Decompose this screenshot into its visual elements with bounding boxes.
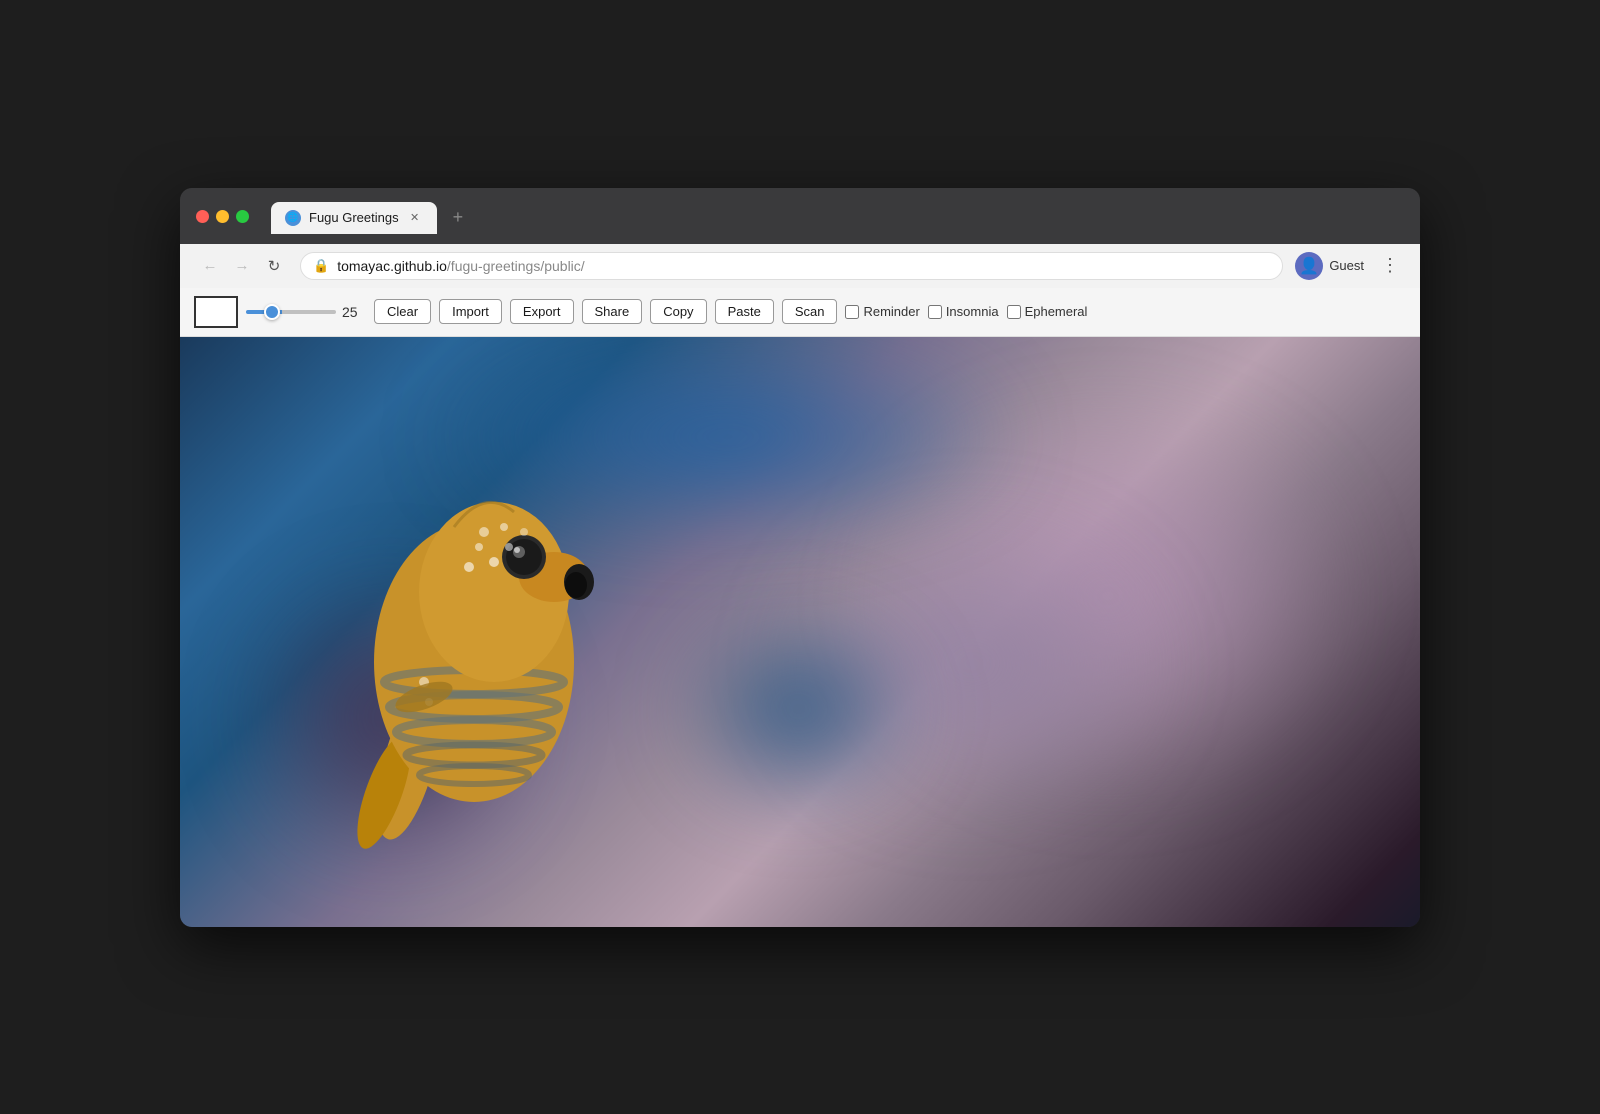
tab-favicon: 🌐 [285, 210, 301, 226]
import-button[interactable]: Import [439, 299, 502, 324]
maximize-traffic-light[interactable] [236, 210, 249, 223]
url-domain: tomayac.github.io [337, 258, 447, 274]
paste-button[interactable]: Paste [715, 299, 774, 324]
copy-button[interactable]: Copy [650, 299, 706, 324]
fish-illustration [254, 392, 634, 872]
title-bar: 🌐 Fugu Greetings ✕ + [180, 188, 1420, 244]
back-button[interactable]: ← [196, 252, 224, 280]
url-text: tomayac.github.io/fugu-greetings/public/ [337, 258, 1270, 274]
nav-buttons: ← → ↻ [196, 252, 288, 280]
profile-label: Guest [1329, 258, 1364, 273]
url-path: /fugu-greetings/public/ [447, 258, 585, 274]
profile-area[interactable]: 👤 Guest [1295, 252, 1364, 280]
main-canvas[interactable] [180, 337, 1420, 927]
app-toolbar: 25 Clear Import Export Share Copy Paste … [180, 288, 1420, 337]
tab-title: Fugu Greetings [309, 210, 399, 225]
bg-decoration [674, 609, 924, 809]
active-tab[interactable]: 🌐 Fugu Greetings ✕ [271, 202, 437, 234]
reminder-checkbox[interactable] [845, 305, 859, 319]
profile-icon: 👤 [1295, 252, 1323, 280]
brush-size-slider[interactable] [246, 310, 336, 314]
reload-button[interactable]: ↻ [260, 252, 288, 280]
title-bar-top: 🌐 Fugu Greetings ✕ + [196, 200, 1404, 244]
scan-button[interactable]: Scan [782, 299, 838, 324]
browser-window: 🌐 Fugu Greetings ✕ + ← → ↻ 🔒 tomayac.git… [180, 188, 1420, 927]
minimize-traffic-light[interactable] [216, 210, 229, 223]
tab-bar: 🌐 Fugu Greetings ✕ + [271, 200, 473, 234]
address-bar: ← → ↻ 🔒 tomayac.github.io/fugu-greetings… [180, 244, 1420, 288]
close-traffic-light[interactable] [196, 210, 209, 223]
traffic-lights [196, 210, 249, 223]
slider-container: 25 [246, 304, 366, 320]
ephemeral-checkbox-label[interactable]: Ephemeral [1007, 304, 1088, 319]
insomnia-checkbox-label[interactable]: Insomnia [928, 304, 999, 319]
lock-icon: 🔒 [313, 258, 329, 274]
canvas-preview [194, 296, 238, 328]
new-tab-button[interactable]: + [443, 200, 474, 234]
clear-button[interactable]: Clear [374, 299, 431, 324]
tab-close-button[interactable]: ✕ [407, 210, 423, 226]
browser-menu-button[interactable]: ⋮ [1376, 252, 1404, 280]
share-button[interactable]: Share [582, 299, 643, 324]
ephemeral-checkbox[interactable] [1007, 305, 1021, 319]
url-bar[interactable]: 🔒 tomayac.github.io/fugu-greetings/publi… [300, 252, 1283, 280]
forward-button[interactable]: → [228, 252, 256, 280]
reminder-checkbox-label[interactable]: Reminder [845, 304, 919, 319]
insomnia-checkbox[interactable] [928, 305, 942, 319]
slider-value: 25 [342, 304, 366, 320]
export-button[interactable]: Export [510, 299, 574, 324]
